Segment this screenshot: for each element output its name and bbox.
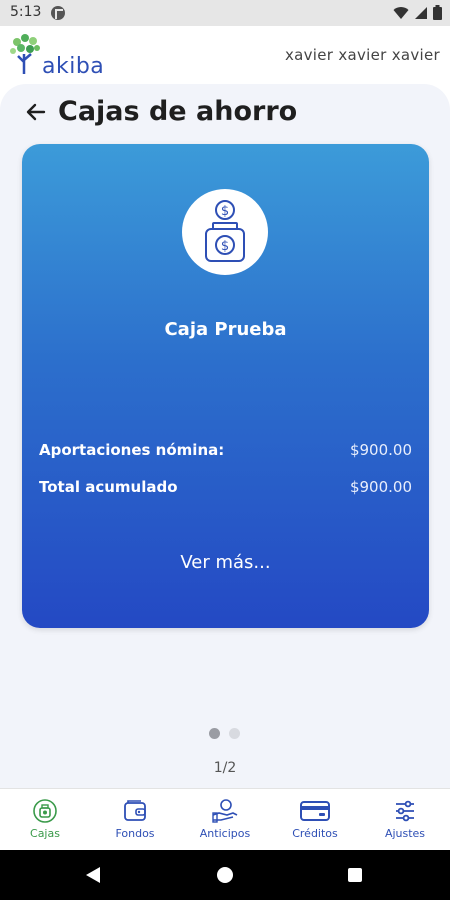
user-name[interactable]: xavier xavier xavier (285, 46, 440, 64)
nav-item-cajas[interactable]: Cajas (0, 789, 90, 850)
akiba-logo: akiba (8, 32, 104, 80)
nav-item-fondos[interactable]: Fondos (90, 789, 180, 850)
nav-label: Fondos (115, 827, 155, 840)
nav-label: Créditos (292, 827, 338, 840)
signal-icon (415, 6, 427, 19)
svg-text:$: $ (221, 239, 229, 254)
wallet-icon (124, 800, 146, 821)
system-nav-bar (0, 850, 450, 900)
carousel-dots (209, 728, 240, 739)
card-row: Total acumulado $900.00 (39, 478, 412, 496)
card-row: Aportaciones nómina: $900.00 (39, 441, 412, 459)
page-indicator: 1/2 (213, 760, 237, 776)
status-time: 5:13 (10, 4, 42, 20)
row-value: $900.00 (349, 441, 412, 459)
system-back-icon[interactable] (86, 867, 100, 883)
wifi-icon (393, 6, 409, 19)
bottom-nav: Cajas Fondos Anticipos Créditos Ajustes (0, 788, 450, 850)
row-label: Total acumulado (39, 478, 178, 496)
card-title: Caja Prueba (164, 319, 287, 340)
savings-jar-icon (33, 799, 57, 823)
main-content: Cajas de ahorro $ $ Caja Prueba Aportaci… (0, 84, 450, 788)
hand-coin-icon (212, 799, 238, 823)
nav-label: Anticipos (199, 827, 251, 840)
system-recents-icon[interactable] (348, 868, 362, 882)
status-bar: 5:13 (0, 0, 450, 26)
logo-text: akiba (42, 54, 105, 79)
nav-label: Cajas (30, 827, 60, 840)
row-value: $900.00 (349, 478, 412, 496)
sliders-icon (396, 800, 414, 822)
app-header: akiba xavier xavier xavier (0, 26, 450, 84)
svg-text:$: $ (221, 204, 229, 219)
ver-mas-link[interactable]: Ver más... (22, 552, 429, 573)
status-indicators (393, 5, 442, 20)
savings-jar-icon: $ $ (205, 200, 245, 262)
carousel-dot-active[interactable] (209, 728, 220, 739)
savings-box-card[interactable]: $ $ Caja Prueba Aportaciones nómina: $90… (22, 144, 429, 628)
row-label: Aportaciones nómina: (39, 441, 225, 459)
page-title-row: Cajas de ahorro (24, 96, 297, 127)
nav-item-creditos[interactable]: Créditos (270, 789, 360, 850)
page-title: Cajas de ahorro (58, 96, 298, 127)
battery-icon (433, 5, 442, 20)
nav-item-anticipos[interactable]: Anticipos (180, 789, 270, 850)
jar-badge: $ $ (182, 189, 268, 275)
back-arrow-icon[interactable] (24, 100, 48, 124)
system-home-icon[interactable] (217, 867, 233, 883)
nav-label: Ajustes (384, 827, 426, 840)
app-notification-icon (51, 6, 65, 20)
nav-item-ajustes[interactable]: Ajustes (360, 789, 450, 850)
carousel-dot[interactable] (229, 728, 240, 739)
credit-card-icon (300, 801, 330, 821)
